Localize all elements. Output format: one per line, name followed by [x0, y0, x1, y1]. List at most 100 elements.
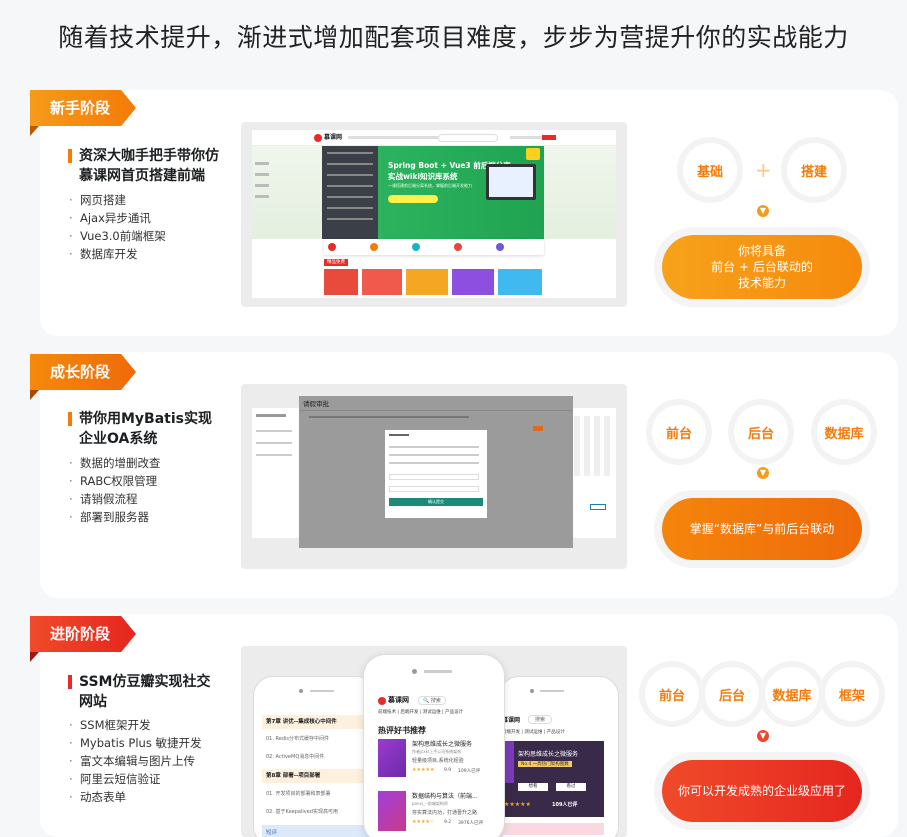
center-nav: 前端技术 | 后端开发 | 测试运维 | 产品设计 [378, 710, 464, 715]
mock-search [438, 134, 498, 142]
mock-logo: 慕课网 [324, 134, 343, 141]
book-reviews: 3976人已评 [458, 821, 483, 826]
mock-tile-row [324, 269, 544, 295]
banner-desc: 一课搭建前后端分离系统，掌握前后端开发能力 [388, 183, 472, 188]
chapter-item: 01. 开发项目的部署和表部署 [266, 791, 331, 797]
center-section-title: 热评好书推荐 [378, 726, 426, 735]
page-headline: 随着技术提升，渐进式增加配套项目难度，步步为营提升你的实战能力 [58, 23, 849, 52]
mock-page: 慕课网 Spring Boot + Vue3 前后端分离 实战wiki知识库系统… [252, 130, 616, 298]
bullet-item: 数据库开发 [68, 245, 166, 263]
book-reviews: 109人已评 [458, 769, 481, 774]
arrow-down-icon: ▼ [757, 205, 769, 217]
screenshot-oa-system: 请假审批 确认提交 [241, 384, 627, 569]
result-line: 前台 + 后台联动的 [711, 260, 813, 274]
center-header: 慕课网 🔍 搜索 前端技术 | 后端开发 | 测试运维 | 产品设计 [374, 693, 500, 721]
badge-fold [30, 390, 39, 400]
short-review-tab: 短评 [262, 825, 376, 837]
book-desc: 夯实算法内功，打通晋升之路 [412, 810, 478, 816]
banner-price [388, 195, 438, 203]
phone-center: 慕课网 🔍 搜索 前端技术 | 后端开发 | 测试运维 | 产品设计 热评好书推… [363, 654, 505, 837]
stage-title-beginner: 资深大咖手把手带你仿 慕课网首页搭建前端 [68, 146, 219, 186]
right-reviews: 109人已评 [552, 802, 578, 808]
badge-fold [30, 652, 39, 662]
result-pill-beginner: 你将具备 前台 + 后台联动的 技术能力 [662, 235, 862, 299]
bullet-item: Ajax异步通讯 [68, 209, 166, 227]
mock-course-row [324, 239, 544, 255]
bullet-item: 部署到服务器 [68, 508, 161, 526]
arrow-down-icon: ▼ [757, 467, 769, 479]
arrow-down-icon: ▼ [757, 730, 769, 742]
badge-fold [30, 126, 39, 136]
result-line: 你可以开发成熟的企业级应用了 [677, 784, 846, 798]
phone-camera-icon [530, 689, 534, 693]
title-line: 资深大咖手把手带你仿 [79, 148, 219, 164]
skill-database: 数据库 [765, 667, 819, 721]
chapter-item: 02. ActiveMQ消息中间件 [266, 754, 325, 760]
right-stars-icon: ★★★★★ [504, 801, 531, 808]
bullet-item: RABC权限管理 [68, 472, 161, 490]
bullet-list-beginner: 网页搭建 Ajax异步通讯 Vue3.0前端框架 数据库开发 [68, 191, 166, 263]
mock-hero: Spring Boot + Vue3 前后端分离 实战wiki知识库系统 一课搭… [252, 146, 616, 239]
title-line: 带你用MyBatis实现 [79, 411, 212, 427]
result-pill-growth: 掌握“数据库”与前后台联动 [662, 498, 862, 560]
bullet-item: 数据的增删改查 [68, 454, 161, 472]
stage-title-growth: 带你用MyBatis实现 企业OA系统 [68, 409, 212, 449]
right-nav: 后端开发 | 测试运维 | 产品设计 [502, 730, 565, 735]
mock-banner: Spring Boot + Vue3 前后端分离 实战wiki知识库系统 一课搭… [378, 146, 544, 239]
mock-topbar: 慕课网 [252, 130, 616, 146]
phone-left: 第7章 讲优--集成核心中间件 01. Redis分布式缓存中间件 02. Ac… [253, 676, 377, 837]
plus-icon: + [755, 158, 772, 182]
title-line: 企业OA系统 [79, 431, 158, 447]
skill-basic: 基础 [683, 143, 737, 197]
mock-overlay-panel: 请假审批 确认提交 [299, 396, 573, 548]
book-title: 架构思维成长之微服务 [412, 741, 473, 748]
screenshot-douban-phones: 第7章 讲优--集成核心中间件 01. Redis分布式缓存中间件 02. Ac… [241, 646, 627, 837]
chapter-item: 01. Redis分布式缓存中间件 [266, 736, 330, 742]
right-book-title: 架构思维成长之微服务 [518, 751, 579, 758]
book-cover [378, 739, 406, 777]
book-card: 数据结构与算法（前端... panxi_--前端架构师 夯实算法内功，打通晋升之… [378, 791, 502, 835]
mock-nav [348, 136, 438, 139]
book-score: 9.9 [444, 768, 452, 773]
book-card: 架构思维成长之微服务 作者jcxkl上手公司系统架构 轻量级项目,系统化经验 ★… [378, 739, 502, 783]
skill-build: 搭建 [787, 143, 841, 197]
bullet-item: Vue3.0前端框架 [68, 227, 166, 245]
mock-cart [542, 135, 556, 140]
book-author: panxi_--前端架构师 [412, 801, 448, 806]
book-title: 数据结构与算法（前端... [412, 793, 478, 800]
stage-badge-beginner: 新手阶段 [30, 90, 137, 126]
stage-badge-growth: 成长阶段 [30, 354, 137, 390]
dialog-submit-button[interactable]: 确认提交 [389, 498, 483, 506]
bullet-item: 网页搭建 [68, 191, 166, 209]
skill-frontend: 前台 [652, 405, 706, 459]
book-desc: 轻量级项目,系统化经验 [412, 758, 464, 764]
book-score: 9.2 [444, 820, 452, 825]
banner-sub: 实战wiki知识库系统 [388, 172, 458, 181]
bullet-list-growth: 数据的增删改查 RABC权限管理 请销假流程 部署到服务器 [68, 454, 161, 526]
result-line: 掌握“数据库”与前后台联动 [689, 522, 835, 536]
phone-camera-icon [412, 669, 417, 674]
title-line: 慕课网首页搭建前端 [79, 168, 205, 184]
bullet-item: 动态表单 [68, 788, 202, 806]
phone-camera-icon [299, 689, 303, 693]
chapter-header: 第7章 讲优--集成核心中间件 [262, 715, 376, 729]
mock-side-menu [252, 158, 272, 218]
screenshot-imooc-home: 慕课网 Spring Boot + Vue3 前后端分离 实战wiki知识库系统… [241, 122, 627, 307]
stage-badge-advanced: 进阶阶段 [30, 616, 137, 652]
right-seen-button[interactable]: 看过 [556, 783, 586, 791]
chapter-header: 第8章 部署--项目部署 [262, 769, 376, 783]
skill-backend: 后台 [705, 667, 759, 721]
banner-corner [526, 148, 540, 160]
stars-icon: ★★★★☆ [412, 819, 435, 825]
phone-right: 慕课网 搜索 后端开发 | 测试运维 | 产品设计 架构思维成长之微服务 No.… [499, 676, 619, 837]
imooc-logo-icon [314, 134, 322, 142]
imooc-logo-icon [378, 697, 386, 705]
stars-icon: ★★★★★ [412, 767, 435, 773]
skill-database: 数据库 [817, 405, 871, 459]
bullet-item: SSM框架开发 [68, 716, 202, 734]
bullet-item: Mybatis Plus 敏捷开发 [68, 734, 202, 752]
title-line: 网站 [79, 694, 107, 710]
search-label: 搜索 [430, 698, 441, 704]
right-want-button[interactable]: 想看 [518, 783, 548, 791]
book-author: 作者jcxkl上手公司系统架构 [412, 749, 462, 754]
